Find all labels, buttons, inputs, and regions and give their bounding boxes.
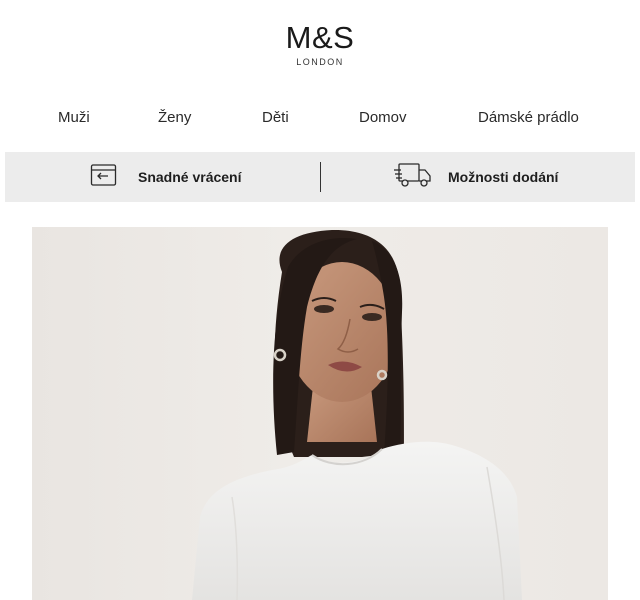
brand-tagline: LONDON xyxy=(296,57,344,67)
easy-returns-label: Snadné vrácení xyxy=(138,169,242,185)
easy-returns-link[interactable]: Snadné vrácení xyxy=(90,152,242,202)
hero-banner[interactable] xyxy=(32,227,608,600)
nav-item-home[interactable]: Domov xyxy=(359,109,407,126)
nav-item-men[interactable]: Muži xyxy=(58,109,90,126)
header: M&S LONDON xyxy=(0,0,640,95)
delivery-options-link[interactable]: Možnosti dodání xyxy=(393,152,558,202)
service-divider xyxy=(320,162,321,192)
delivery-options-label: Možnosti dodání xyxy=(448,169,559,185)
return-card-icon xyxy=(90,163,118,192)
brand-logo[interactable]: M&S xyxy=(0,20,640,56)
nav-item-kids[interactable]: Děti xyxy=(262,109,289,126)
nav-item-lingerie[interactable]: Dámské prádlo xyxy=(478,109,579,126)
service-bar: Snadné vrácení Možnosti dodání xyxy=(5,152,635,202)
main-nav: Muži Ženy Děti Domov Dámské prádlo xyxy=(0,109,640,131)
nav-item-women[interactable]: Ženy xyxy=(158,109,191,126)
woman-in-white-top-photo xyxy=(192,229,522,600)
delivery-truck-icon xyxy=(393,161,433,194)
